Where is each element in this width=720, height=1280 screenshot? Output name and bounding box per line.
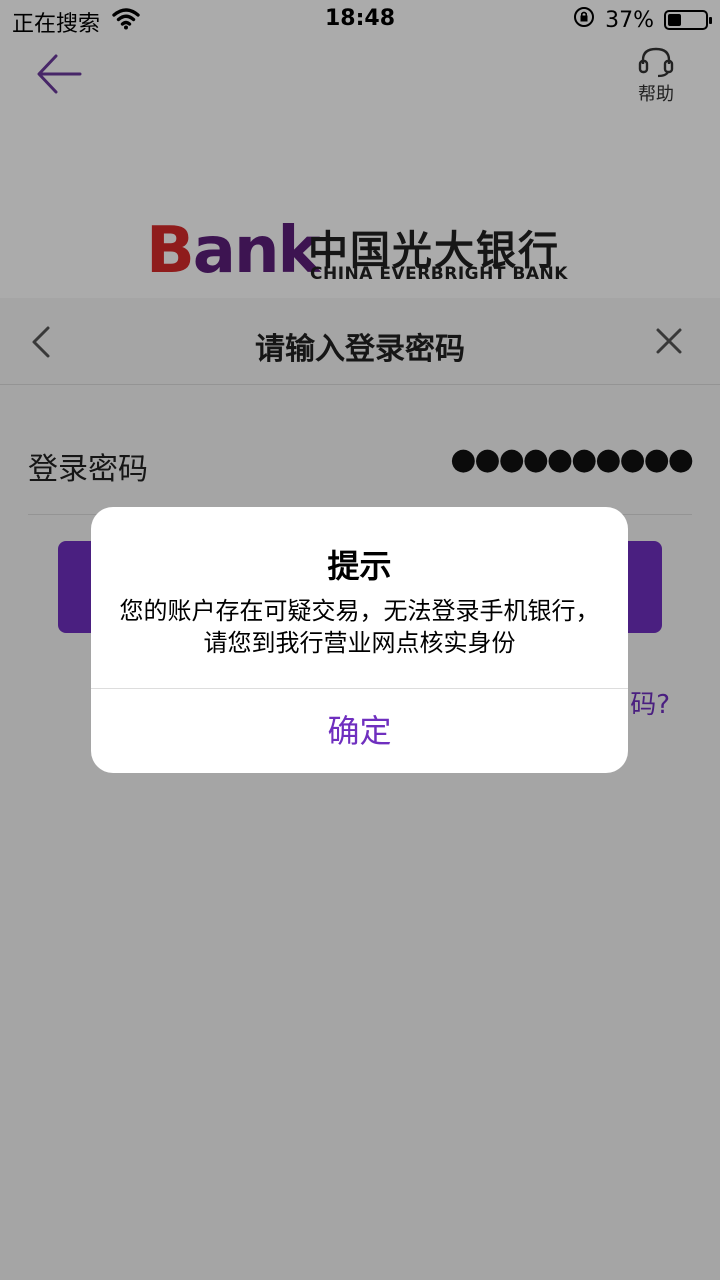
alert-dialog: 提示 您的账户存在可疑交易，无法登录手机银行，请您到我行营业网点核实身份 确定 <box>91 507 628 773</box>
alert-message: 您的账户存在可疑交易，无法登录手机银行，请您到我行营业网点核实身份 <box>119 597 600 657</box>
confirm-button[interactable]: 确定 <box>91 689 628 773</box>
alert-title: 提示 <box>327 547 392 585</box>
